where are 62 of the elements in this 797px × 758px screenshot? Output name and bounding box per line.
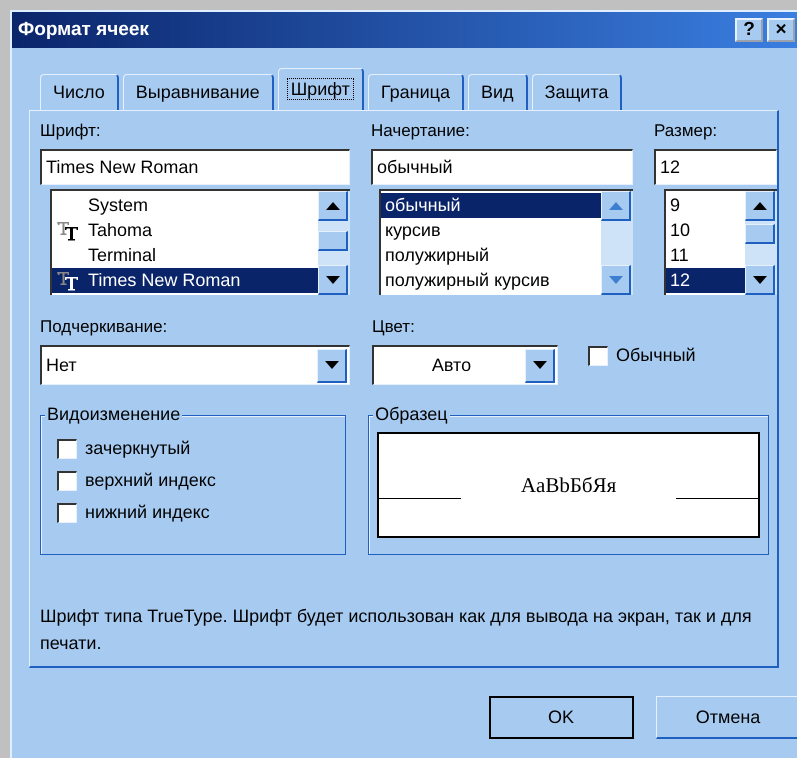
- down-triangle-icon: [326, 276, 340, 284]
- tab[interactable]: Вид: [468, 74, 528, 110]
- underline-dropdown[interactable]: Нет: [40, 345, 350, 385]
- scroll-up-button[interactable]: [745, 191, 775, 221]
- field-label: Начертание:: [371, 121, 471, 142]
- scrollbar[interactable]: [318, 191, 350, 295]
- checkbox[interactable]: [588, 346, 608, 366]
- tab[interactable]: Шрифт: [278, 68, 364, 110]
- list-item[interactable]: Times New Roman: [52, 268, 318, 293]
- input-field[interactable]: обычный: [371, 149, 633, 185]
- checkbox-label: Обычный: [616, 345, 696, 366]
- tab[interactable]: Выравнивание: [122, 74, 274, 110]
- list-item[interactable]: Tahoma: [52, 218, 318, 243]
- close-button[interactable]: ×: [767, 18, 795, 42]
- description-text: Шрифт типа TrueType. Шрифт будет использован как для вывода на экран, так и для печати.: [40, 605, 753, 655]
- list-item[interactable]: 9: [666, 193, 745, 218]
- group-title: Образец: [373, 404, 450, 425]
- up-triangle-icon: [752, 202, 766, 210]
- dropdown-button[interactable]: [525, 348, 555, 382]
- checkbox-label: нижний индекс: [85, 502, 210, 523]
- scroll-thumb[interactable]: [318, 231, 348, 251]
- input-field[interactable]: Times New Roman: [40, 149, 350, 185]
- scroll-up-button[interactable]: [318, 191, 348, 221]
- cancel-button[interactable]: Отмена: [656, 696, 797, 739]
- scrollbar[interactable]: [745, 191, 777, 295]
- down-triangle-icon: [324, 361, 338, 369]
- ok-button[interactable]: OK: [489, 696, 634, 739]
- down-triangle-icon: [608, 276, 622, 284]
- up-triangle-icon: [608, 202, 622, 210]
- field-label: Подчеркивание:: [40, 317, 168, 338]
- scroll-down-button[interactable]: [745, 265, 775, 295]
- down-triangle-icon: [752, 276, 766, 284]
- list-item[interactable]: System: [52, 193, 318, 218]
- tab[interactable]: Число: [40, 74, 119, 110]
- list-item[interactable]: полужирный курсив: [381, 268, 601, 293]
- input-field[interactable]: 12: [654, 149, 777, 185]
- list-item[interactable]: курсив: [381, 218, 601, 243]
- sample-text: AaBbБбЯя: [520, 472, 618, 498]
- tab[interactable]: Защита: [532, 74, 622, 110]
- checkbox[interactable]: [57, 470, 77, 490]
- list-item[interactable]: Terminal: [52, 243, 318, 268]
- checkbox-label: верхний индекс: [85, 470, 216, 491]
- list-item[interactable]: полужирный: [381, 243, 601, 268]
- tab[interactable]: Граница: [368, 74, 464, 110]
- list-item[interactable]: обычный: [381, 193, 601, 218]
- scroll-thumb[interactable]: [745, 224, 775, 244]
- checkbox[interactable]: [57, 438, 77, 458]
- checkbox[interactable]: [57, 502, 77, 522]
- field-label: Цвет:: [372, 317, 416, 338]
- list-item[interactable]: 11: [666, 243, 745, 268]
- down-triangle-icon: [532, 361, 546, 369]
- window-title: Формат ячеек: [18, 19, 150, 41]
- checkbox-label: зачеркнутый: [85, 438, 190, 459]
- help-button[interactable]: ?: [735, 18, 763, 42]
- field-label: Шрифт:: [40, 121, 102, 142]
- list-item[interactable]: 10: [666, 218, 745, 243]
- color-dropdown[interactable]: Авто: [372, 345, 558, 385]
- up-triangle-icon: [326, 202, 340, 210]
- list-item[interactable]: 12: [666, 268, 745, 293]
- dropdown-button[interactable]: [317, 348, 347, 382]
- scroll-down-button[interactable]: [318, 265, 348, 295]
- field-label: Размер:: [654, 121, 718, 142]
